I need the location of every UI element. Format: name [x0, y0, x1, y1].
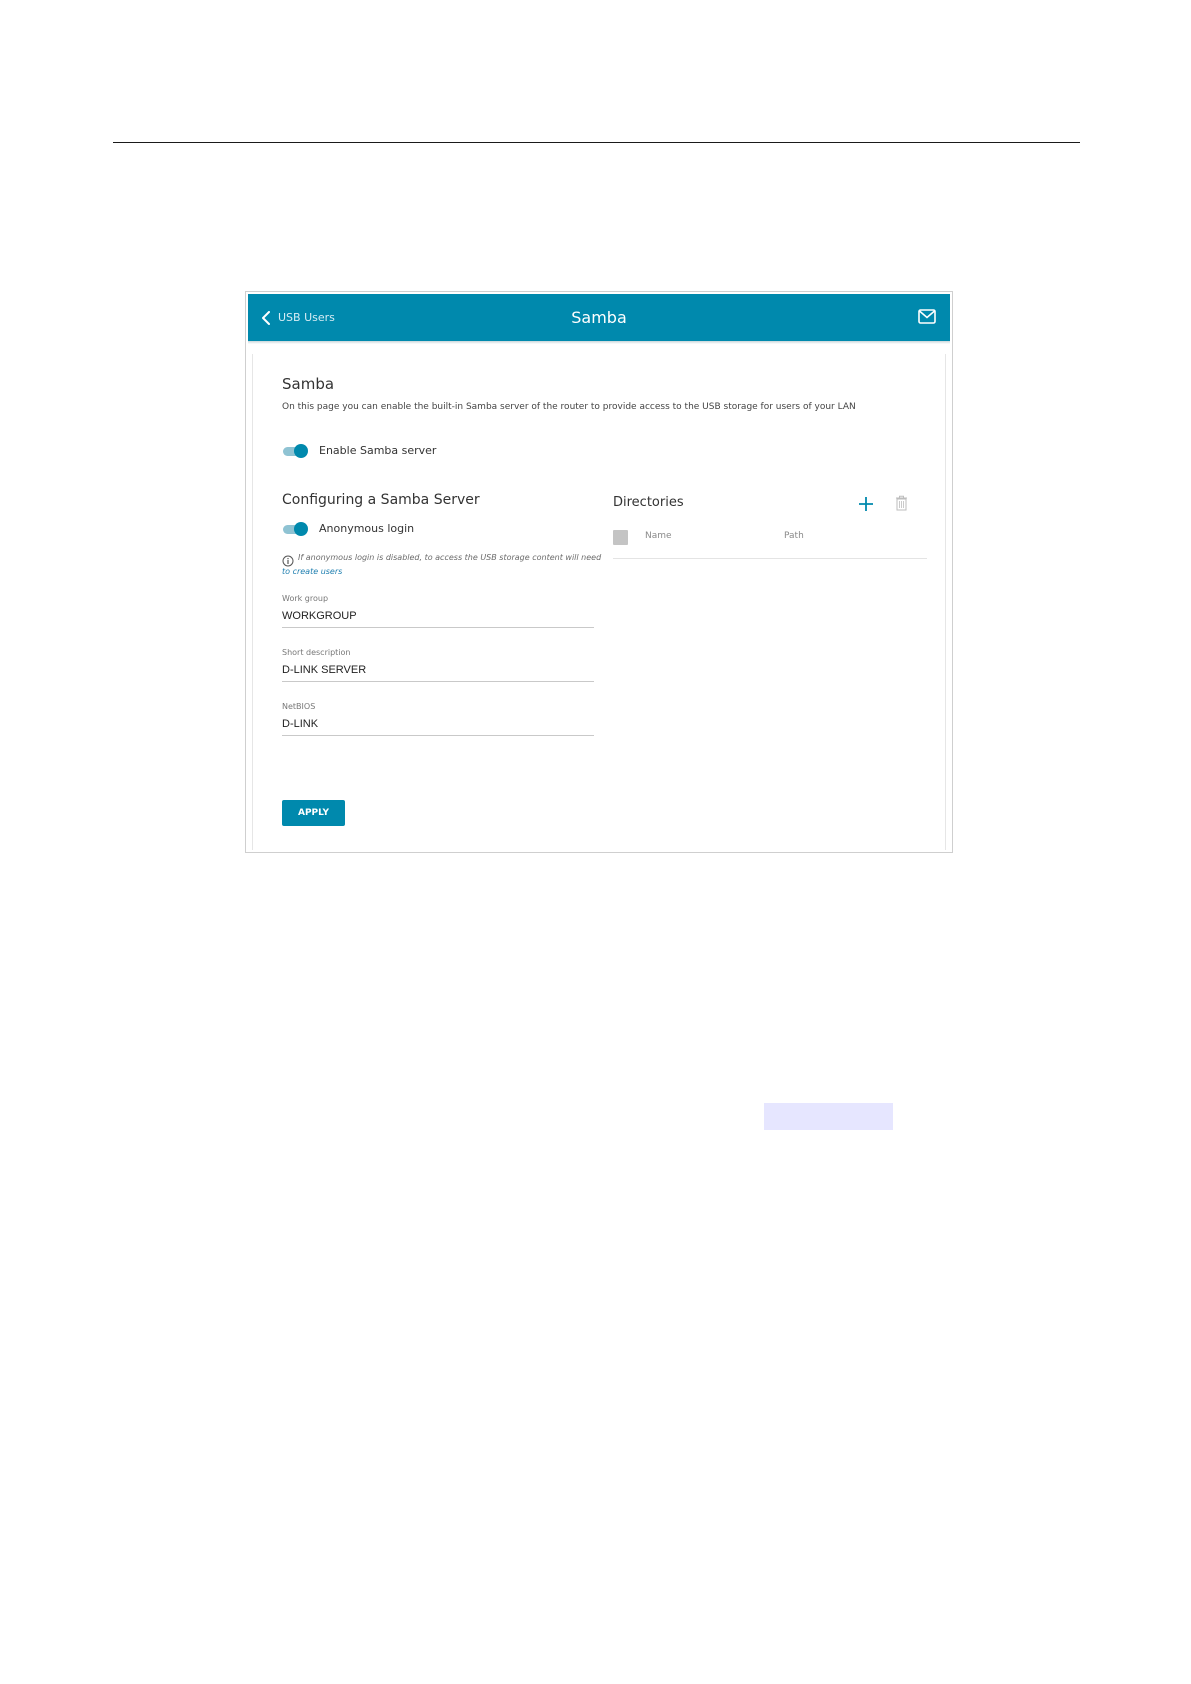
work-group-label: Work group	[282, 594, 329, 603]
netbios-label: NetBIOS	[282, 702, 316, 711]
anonymous-login-hint: If anonymous login is disabled, to acces…	[298, 553, 602, 562]
apply-button[interactable]: APPLY	[282, 800, 345, 826]
select-all-checkbox[interactable]	[613, 530, 628, 545]
page-title: Samba	[571, 308, 627, 327]
toggle-knob	[294, 444, 308, 458]
toggle-knob	[294, 522, 308, 536]
work-group-field: Work group	[282, 594, 594, 634]
samba-settings-card: Samba On this page you can enable the bu…	[252, 354, 946, 850]
samba-section-title: Samba	[282, 375, 335, 393]
highlight-box	[764, 1103, 893, 1130]
netbios-input[interactable]	[282, 713, 594, 736]
netbios-field: NetBIOS	[282, 702, 594, 742]
short-description-label: Short description	[282, 648, 351, 657]
header-bar: USB Users Samba	[248, 294, 950, 341]
samba-description: On this page you can enable the built-in…	[282, 402, 856, 412]
trash-icon[interactable]	[895, 495, 908, 515]
anonymous-login-label: Anonymous login	[319, 522, 415, 535]
header-shadow	[248, 341, 950, 344]
column-header-name: Name	[645, 531, 672, 541]
directories-title: Directories	[613, 495, 684, 510]
create-users-link[interactable]: to create users	[282, 567, 342, 576]
page-top-rule	[113, 142, 1080, 143]
directories-table-divider	[613, 558, 927, 559]
plus-icon[interactable]	[858, 496, 874, 516]
work-group-input[interactable]	[282, 605, 594, 628]
router-screenshot: USB Users Samba Samba On this page you c…	[245, 291, 953, 853]
enable-samba-label: Enable Samba server	[319, 444, 437, 457]
column-header-path: Path	[784, 531, 804, 541]
config-section-title: Configuring a Samba Server	[282, 492, 480, 508]
mail-icon[interactable]	[918, 309, 936, 328]
enable-samba-toggle[interactable]	[283, 444, 309, 458]
anonymous-login-toggle[interactable]	[283, 522, 309, 536]
short-description-field: Short description	[282, 648, 594, 688]
short-description-input[interactable]	[282, 659, 594, 682]
